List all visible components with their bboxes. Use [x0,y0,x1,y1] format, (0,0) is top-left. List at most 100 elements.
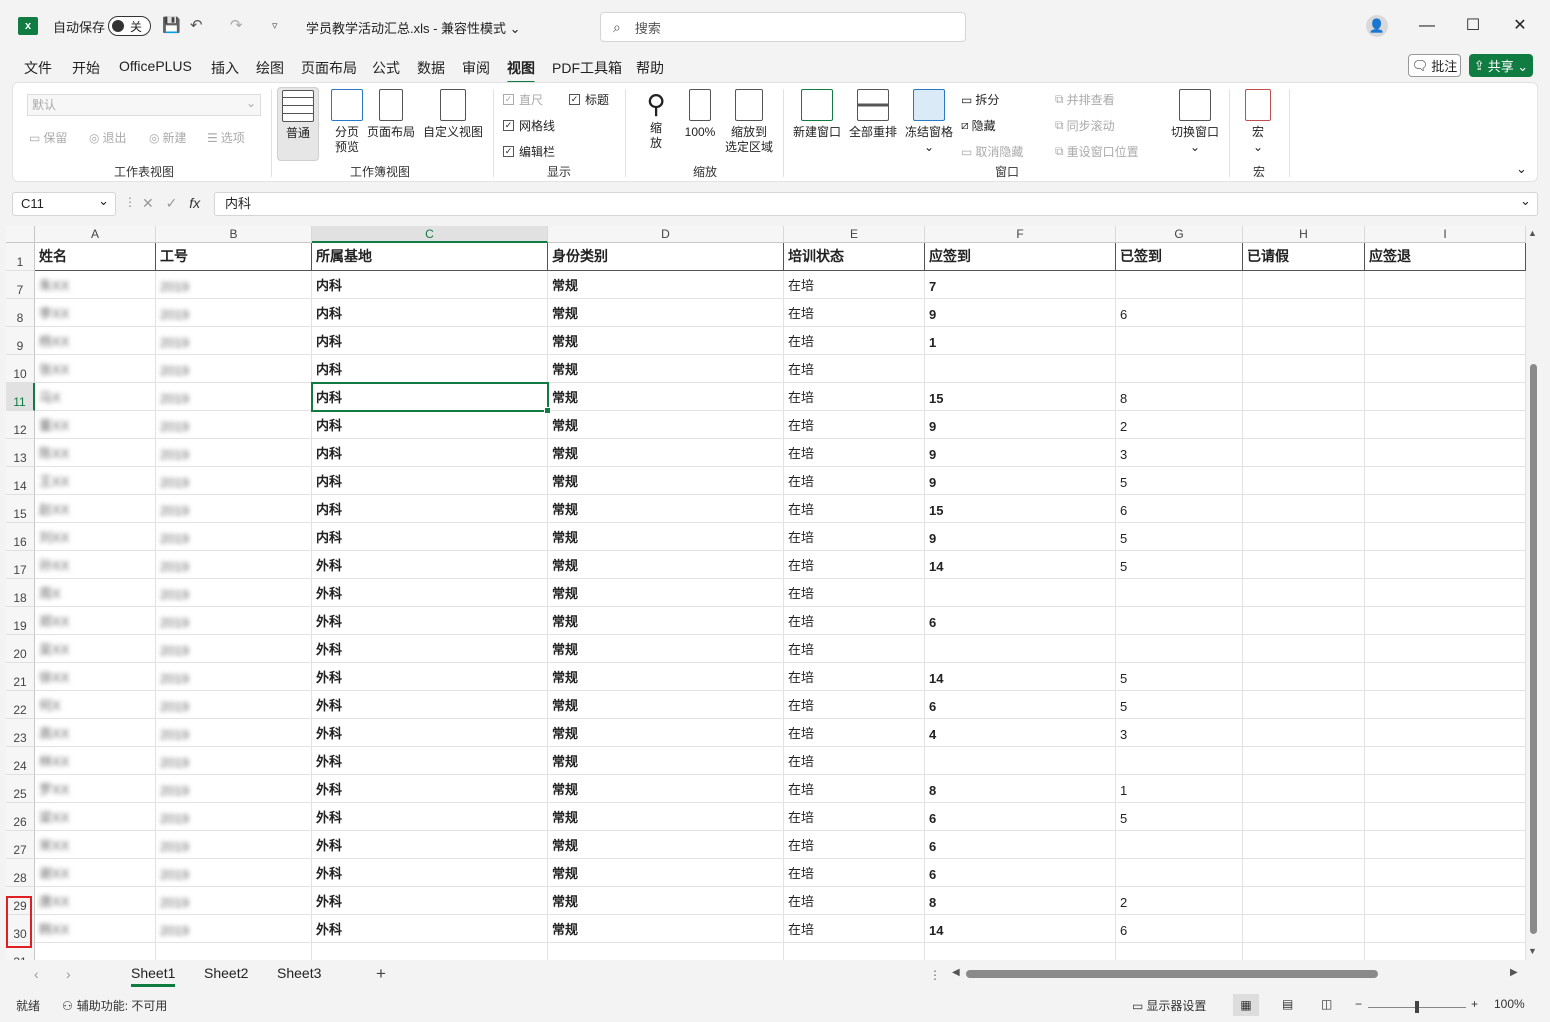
table-cell[interactable]: 李XX [35,299,156,327]
table-cell[interactable] [1365,383,1526,411]
new-window-button[interactable]: 新建窗口 [789,87,845,140]
table-cell[interactable]: 2019 [156,327,312,355]
scroll-up-icon[interactable]: ▲ [1528,228,1537,238]
table-cell[interactable]: 在培 [784,915,925,943]
table-cell[interactable] [1243,607,1365,635]
accessibility-status[interactable]: ⚇ 辅助功能: 不可用 [62,997,167,1014]
save-icon[interactable]: 💾 [162,16,181,34]
table-cell[interactable] [1243,271,1365,299]
table-cell[interactable] [1243,467,1365,495]
table-cell[interactable]: 徐XX [35,663,156,691]
table-cell[interactable]: 9 [925,299,1116,327]
table-cell[interactable]: 3 [1116,439,1243,467]
table-cell[interactable] [35,943,156,960]
table-cell[interactable]: 2 [1116,887,1243,915]
gridlines-checkbox[interactable]: ✓ 网格线 [503,117,555,134]
horizontal-scroll-thumb[interactable] [966,970,1378,978]
table-cell[interactable]: 8 [1116,383,1243,411]
zoom-to-selection-button[interactable]: 缩放到 选定区域 [721,87,777,155]
row-header[interactable]: 8 [6,299,35,327]
table-cell[interactable]: 郑XX [35,607,156,635]
table-cell[interactable]: 内科 [312,383,548,411]
zoom-out-icon[interactable]: − [1355,997,1362,1011]
autosave-toggle[interactable]: 关 [108,16,151,36]
column-header-i[interactable]: I [1365,226,1526,243]
table-cell[interactable]: 常规 [548,495,784,523]
table-cell[interactable]: 董XX [35,411,156,439]
share-button[interactable]: ⇪ 共享 ⌄ [1469,54,1533,77]
table-cell[interactable]: 2019 [156,831,312,859]
table-cell[interactable]: 2019 [156,803,312,831]
keep-button[interactable]: ▭ 保留 [29,129,67,146]
table-cell[interactable]: 外科 [312,859,548,887]
next-sheet-icon[interactable]: › [66,966,71,982]
table-cell[interactable] [1365,551,1526,579]
document-title[interactable]: 学员教学活动汇总.xls - 兼容性模式 ⌄ [306,18,521,37]
table-cell[interactable]: 常规 [548,607,784,635]
table-cell[interactable]: 2019 [156,467,312,495]
table-cell[interactable] [1116,635,1243,663]
table-cell[interactable] [1243,495,1365,523]
table-cell[interactable]: 常规 [548,579,784,607]
row-header[interactable]: 14 [6,467,35,495]
table-cell[interactable]: 常规 [548,551,784,579]
row-header[interactable]: 21 [6,663,35,691]
table-cell[interactable]: 在培 [784,775,925,803]
table-cell[interactable]: 在培 [784,663,925,691]
prev-sheet-icon[interactable]: ‹ [34,966,39,982]
zoom-level[interactable]: 100% [1494,997,1525,1011]
table-cell[interactable]: 6 [925,691,1116,719]
table-cell[interactable]: 外科 [312,803,548,831]
table-cell[interactable]: 2019 [156,915,312,943]
row-header[interactable]: 17 [6,551,35,579]
row-header[interactable]: 31 [6,943,35,960]
table-cell[interactable]: 2019 [156,495,312,523]
table-cell[interactable]: 常规 [548,411,784,439]
table-cell[interactable] [1243,355,1365,383]
table-cell[interactable]: 5 [1116,551,1243,579]
table-cell[interactable]: 2019 [156,775,312,803]
normal-view-button[interactable]: 普通 [277,87,319,161]
header-cell[interactable]: 身份类别 [548,243,784,271]
vertical-scrollbar[interactable]: ▲ ▼ [1526,226,1540,960]
table-cell[interactable]: 14 [925,663,1116,691]
table-cell[interactable]: 2 [1116,411,1243,439]
table-cell[interactable] [1365,803,1526,831]
table-cell[interactable]: 外科 [312,551,548,579]
table-cell[interactable]: 7 [925,271,1116,299]
table-cell[interactable]: 吴XX [35,635,156,663]
scroll-left-icon[interactable]: ◀ [952,967,960,978]
sync-scroll-button[interactable]: ⧉ 同步滚动 [1055,117,1115,134]
table-cell[interactable] [1365,691,1526,719]
table-cell[interactable]: 谢XX [35,859,156,887]
table-cell[interactable] [1243,663,1365,691]
row-header[interactable]: 10 [6,355,35,383]
header-cell[interactable]: 已签到 [1116,243,1243,271]
table-cell[interactable]: 在培 [784,635,925,663]
table-cell[interactable]: 常规 [548,355,784,383]
redo-icon[interactable]: ↷ [230,16,243,34]
table-cell[interactable] [1243,635,1365,663]
table-cell[interactable] [1365,495,1526,523]
table-cell[interactable]: 常规 [548,831,784,859]
table-cell[interactable]: 2019 [156,691,312,719]
ruler-checkbox[interactable]: ✓ 直尺 [503,91,543,108]
table-cell[interactable]: 3 [1116,719,1243,747]
row-header[interactable]: 24 [6,747,35,775]
search-input[interactable]: ⌕ 搜索 [600,12,966,42]
table-cell[interactable]: 内科 [312,523,548,551]
more-options-icon[interactable]: ⋮ [929,968,941,982]
formula-input[interactable]: 内科 [214,192,1538,216]
table-cell[interactable]: 外科 [312,915,548,943]
table-cell[interactable]: 常规 [548,467,784,495]
table-cell[interactable] [1116,327,1243,355]
table-cell[interactable]: 6 [925,831,1116,859]
select-all-corner[interactable] [6,226,35,243]
table-cell[interactable]: 马X [35,383,156,411]
table-cell[interactable]: 14 [925,915,1116,943]
table-cell[interactable]: 在培 [784,271,925,299]
tab-help[interactable]: 帮助 [636,58,664,78]
table-cell[interactable]: 6 [1116,495,1243,523]
row-header[interactable]: 26 [6,803,35,831]
row-header[interactable]: 25 [6,775,35,803]
